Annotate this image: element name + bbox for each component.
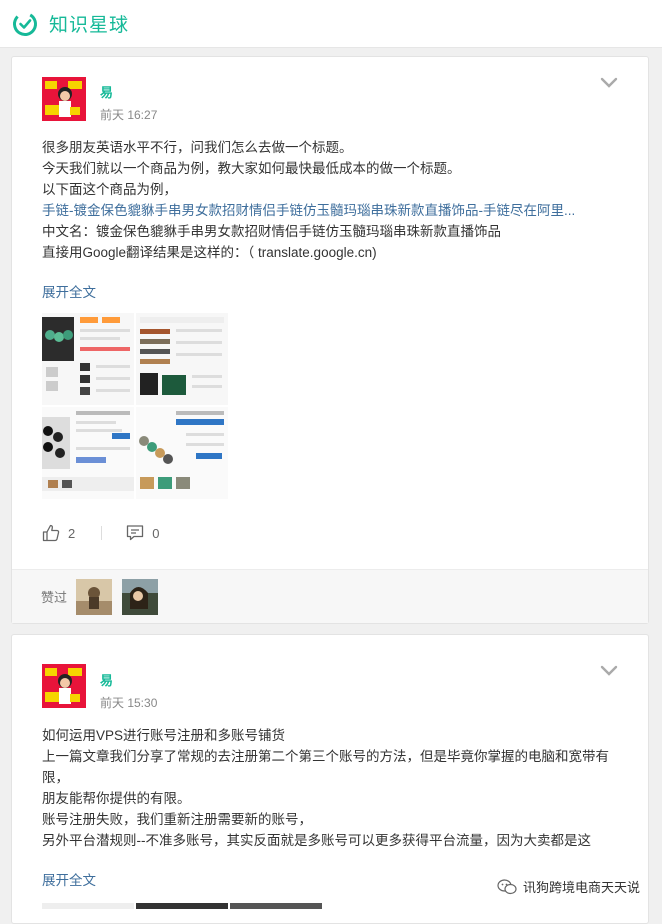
app-title[interactable]: 知识星球	[49, 10, 129, 37]
post-image[interactable]	[42, 903, 134, 909]
image-grid	[42, 313, 226, 499]
watermark: 讯狗跨境电商天天说	[497, 877, 640, 896]
comment-icon	[126, 524, 144, 542]
comment-button[interactable]: 0	[126, 524, 159, 542]
avatar[interactable]	[42, 77, 86, 121]
post-line: 上一篇文章我们分享了常规的去注册第二个第三个账号的方法，但是毕竟你掌握的电脑和宽…	[42, 746, 622, 788]
like-count: 2	[68, 526, 75, 541]
post-image[interactable]	[42, 313, 134, 405]
avatar[interactable]	[42, 664, 86, 708]
post-line: 中文名：镀金保色貔貅手串男女款招财情侣手链仿玉髓玛瑙串珠新款直播饰品	[42, 221, 622, 242]
post-image[interactable]	[136, 407, 228, 499]
post-line: 账号注册失败，我们重新注册需要新的账号，	[42, 809, 622, 830]
post-time: 前天 15:30	[100, 694, 157, 711]
post-line: 朋友能帮你提供的有限。	[42, 788, 622, 809]
post-body: 如何运用VPS进行账号注册和多账号铺货 上一篇文章我们分享了常规的去注册第二个第…	[42, 725, 622, 851]
product-link[interactable]: 手链-镀金保色貔貅手串男女款招财情侣手链仿玉髓玛瑙串珠新款直播饰品-手链尽在阿里…	[42, 200, 622, 221]
wechat-icon	[497, 879, 517, 895]
author-name[interactable]: 易	[100, 670, 113, 689]
post-time: 前天 16:27	[100, 106, 157, 123]
comment-count: 0	[152, 526, 159, 541]
chevron-down-icon[interactable]	[600, 77, 618, 89]
post-image[interactable]	[136, 313, 228, 405]
post-line: 直接用Google翻译结果是这样的：（ translate.google.cn)	[42, 242, 622, 263]
post-body: 很多朋友英语水平不行，问我们怎么去做一个标题。 今天我们就以一个商品为例，教大家…	[42, 137, 622, 263]
post-line: 今天我们就以一个商品为例，教大家如何最快最低成本的做一个标题。	[42, 158, 622, 179]
watermark-text: 讯狗跨境电商天天说	[523, 877, 640, 896]
post-image[interactable]	[42, 407, 134, 499]
likes-label: 赞过	[41, 587, 67, 606]
avatar[interactable]	[76, 579, 112, 615]
post-line: 以下面这个商品为例，	[42, 179, 622, 200]
chevron-down-icon[interactable]	[600, 665, 618, 677]
planet-logo-icon[interactable]	[12, 11, 38, 37]
top-bar: 知识星球	[0, 0, 662, 48]
post-card: 易 前天 16:27 很多朋友英语水平不行，问我们怎么去做一个标题。 今天我们就…	[11, 56, 649, 624]
likes-bar: 赞过	[12, 569, 648, 623]
post-actions: 2 0	[42, 523, 159, 543]
like-button[interactable]: 2	[42, 524, 75, 542]
post-image[interactable]	[136, 903, 228, 909]
post-line: 如何运用VPS进行账号注册和多账号铺货	[42, 725, 622, 746]
author-name[interactable]: 易	[100, 82, 113, 101]
avatar[interactable]	[122, 579, 158, 615]
divider	[101, 526, 102, 540]
thumbs-up-icon	[42, 524, 60, 542]
expand-link[interactable]: 展开全文	[42, 281, 96, 301]
post-image[interactable]	[230, 903, 322, 909]
expand-link[interactable]: 展开全文	[42, 869, 96, 889]
post-line: 另外平台潜规则--不准多账号，其实反面就是多账号可以更多获得平台流量，因为大卖都…	[42, 830, 622, 851]
post-line: 很多朋友英语水平不行，问我们怎么去做一个标题。	[42, 137, 622, 158]
